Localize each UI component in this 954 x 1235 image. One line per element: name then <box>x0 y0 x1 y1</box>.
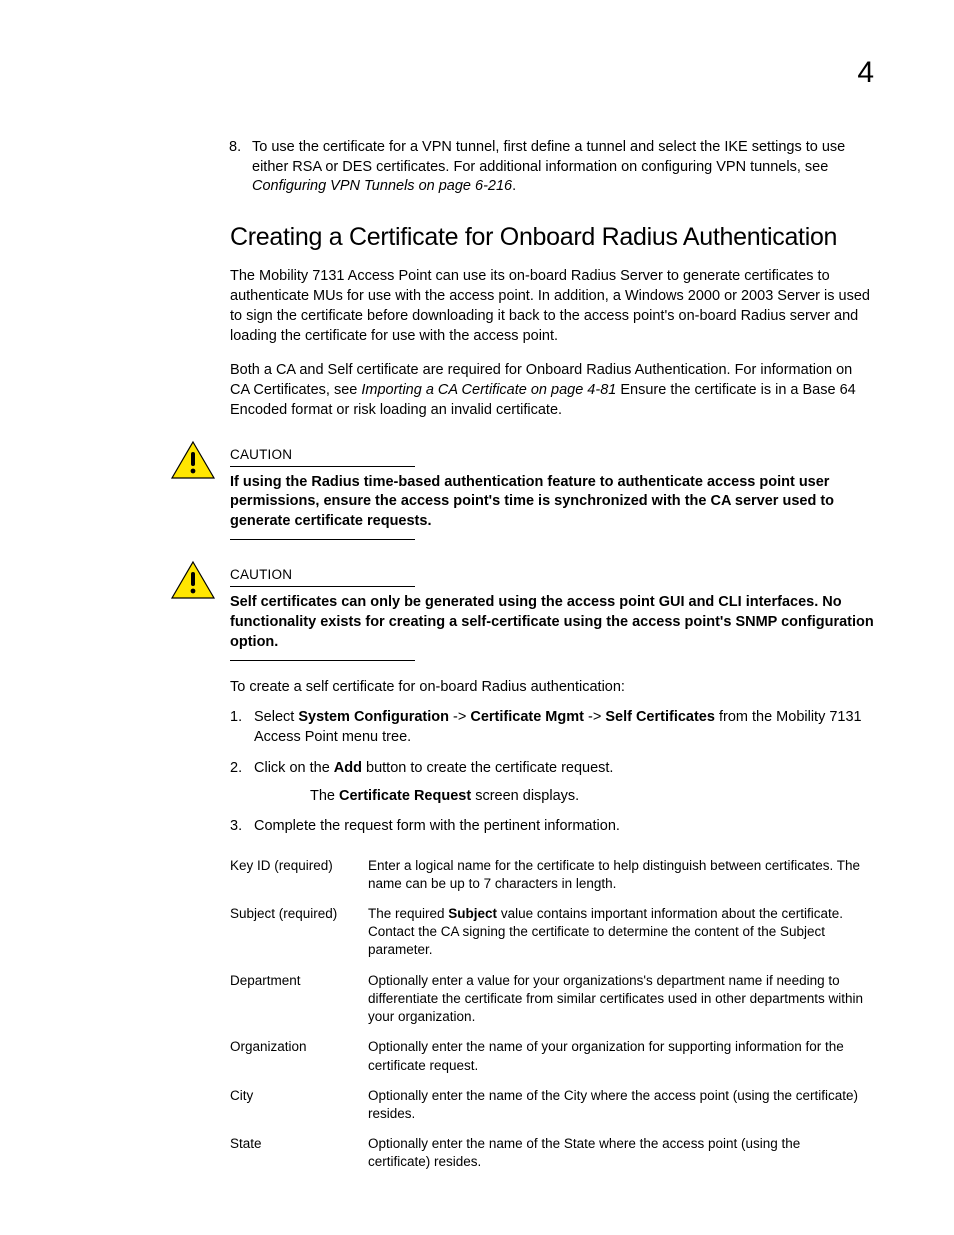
caution-label: CAUTION <box>230 567 292 582</box>
ui-element: Certificate Request <box>339 788 471 804</box>
field-name-cell: Subject (required) <box>230 899 368 966</box>
page-content: 8. To use the certificate for a VPN tunn… <box>230 60 874 1178</box>
ui-path-segment: System Configuration <box>298 709 449 725</box>
field-desc-cell: Optionally enter the name of the City wh… <box>368 1081 874 1129</box>
field-desc-cell: Optionally enter a value for your organi… <box>368 966 874 1033</box>
caution-label-rule: CAUTION <box>230 566 415 587</box>
paragraph: Both a CA and Self certificate are requi… <box>230 360 874 420</box>
caution-block: CAUTION If using the Radius time-based a… <box>170 446 874 541</box>
caution-icon <box>170 560 216 600</box>
step-result: The Certificate Request screen displays. <box>310 786 874 806</box>
field-desc-cell: Optionally enter the name of your organi… <box>368 1032 874 1080</box>
field-name-cell: Department <box>230 966 368 1033</box>
caution-block: CAUTION Self certificates can only be ge… <box>170 566 874 661</box>
table-row: Organization Optionally enter the name o… <box>230 1032 874 1080</box>
ui-path-sep: -> <box>449 709 470 725</box>
step-marker: 2. <box>230 758 242 778</box>
list-item-8: 8. To use the certificate for a VPN tunn… <box>230 138 874 197</box>
result-text: The <box>310 788 339 804</box>
section-heading: Creating a Certificate for Onboard Radiu… <box>230 223 874 252</box>
list-marker: 8. <box>229 138 241 158</box>
chapter-number: 4 <box>857 56 874 90</box>
ui-path-segment: Self Certificates <box>605 709 715 725</box>
desc-text: The required <box>368 906 448 921</box>
table-row: City Optionally enter the name of the Ci… <box>230 1081 874 1129</box>
caution-text: If using the Radius time-based authentic… <box>230 473 874 532</box>
procedure-intro: To create a self certificate for on-boar… <box>230 679 874 695</box>
ui-path-sep: -> <box>584 709 605 725</box>
step-text: Select <box>254 709 298 725</box>
caution-label-rule: CAUTION <box>230 446 415 467</box>
caution-bottom-rule <box>230 660 415 661</box>
paragraph: The Mobility 7131 Access Point can use i… <box>230 266 874 346</box>
cross-reference: Importing a CA Certificate on page 4-81 <box>361 382 616 398</box>
step-marker: 1. <box>230 707 242 727</box>
step-marker: 3. <box>230 816 242 836</box>
field-desc-cell: Optionally enter the name of the State w… <box>368 1129 874 1177</box>
field-keyword: Subject <box>448 906 497 921</box>
field-name-cell: Organization <box>230 1032 368 1080</box>
field-desc-cell: The required Subject value contains impo… <box>368 899 874 966</box>
result-text-tail: screen displays. <box>471 788 579 804</box>
continued-ordered-list: 8. To use the certificate for a VPN tunn… <box>230 138 874 197</box>
step-2: 2. Click on the Add button to create the… <box>230 758 874 807</box>
step-3: 3. Complete the request form with the pe… <box>230 816 874 836</box>
field-name-cell: Key ID (required) <box>230 851 368 899</box>
field-desc-cell: Enter a logical name for the certificate… <box>368 851 874 899</box>
list-text-tail: . <box>512 178 516 194</box>
step-text-tail: button to create the certificate request… <box>362 760 613 776</box>
list-text: To use the certificate for a VPN tunnel,… <box>252 139 845 175</box>
field-name-cell: City <box>230 1081 368 1129</box>
table-row: Key ID (required) Enter a logical name f… <box>230 851 874 899</box>
step-text: Complete the request form with the perti… <box>254 818 620 834</box>
step-text: Click on the <box>254 760 334 776</box>
caution-label: CAUTION <box>230 447 292 462</box>
field-description-table: Key ID (required) Enter a logical name f… <box>230 851 874 1178</box>
ui-element: Add <box>334 760 362 776</box>
cross-reference: Configuring VPN Tunnels on page 6-216 <box>252 178 512 194</box>
field-name-cell: State <box>230 1129 368 1177</box>
caution-bottom-rule <box>230 539 415 540</box>
caution-icon <box>170 440 216 480</box>
table-row: Subject (required) The required Subject … <box>230 899 874 966</box>
procedure-steps: 1. Select System Configuration -> Certif… <box>230 707 874 836</box>
step-1: 1. Select System Configuration -> Certif… <box>230 707 874 748</box>
ui-path-segment: Certificate Mgmt <box>470 709 584 725</box>
table-row: State Optionally enter the name of the S… <box>230 1129 874 1177</box>
caution-text: Self certificates can only be generated … <box>230 593 874 652</box>
document-page: 4 8. To use the certificate for a VPN tu… <box>0 0 954 1235</box>
table-row: Department Optionally enter a value for … <box>230 966 874 1033</box>
